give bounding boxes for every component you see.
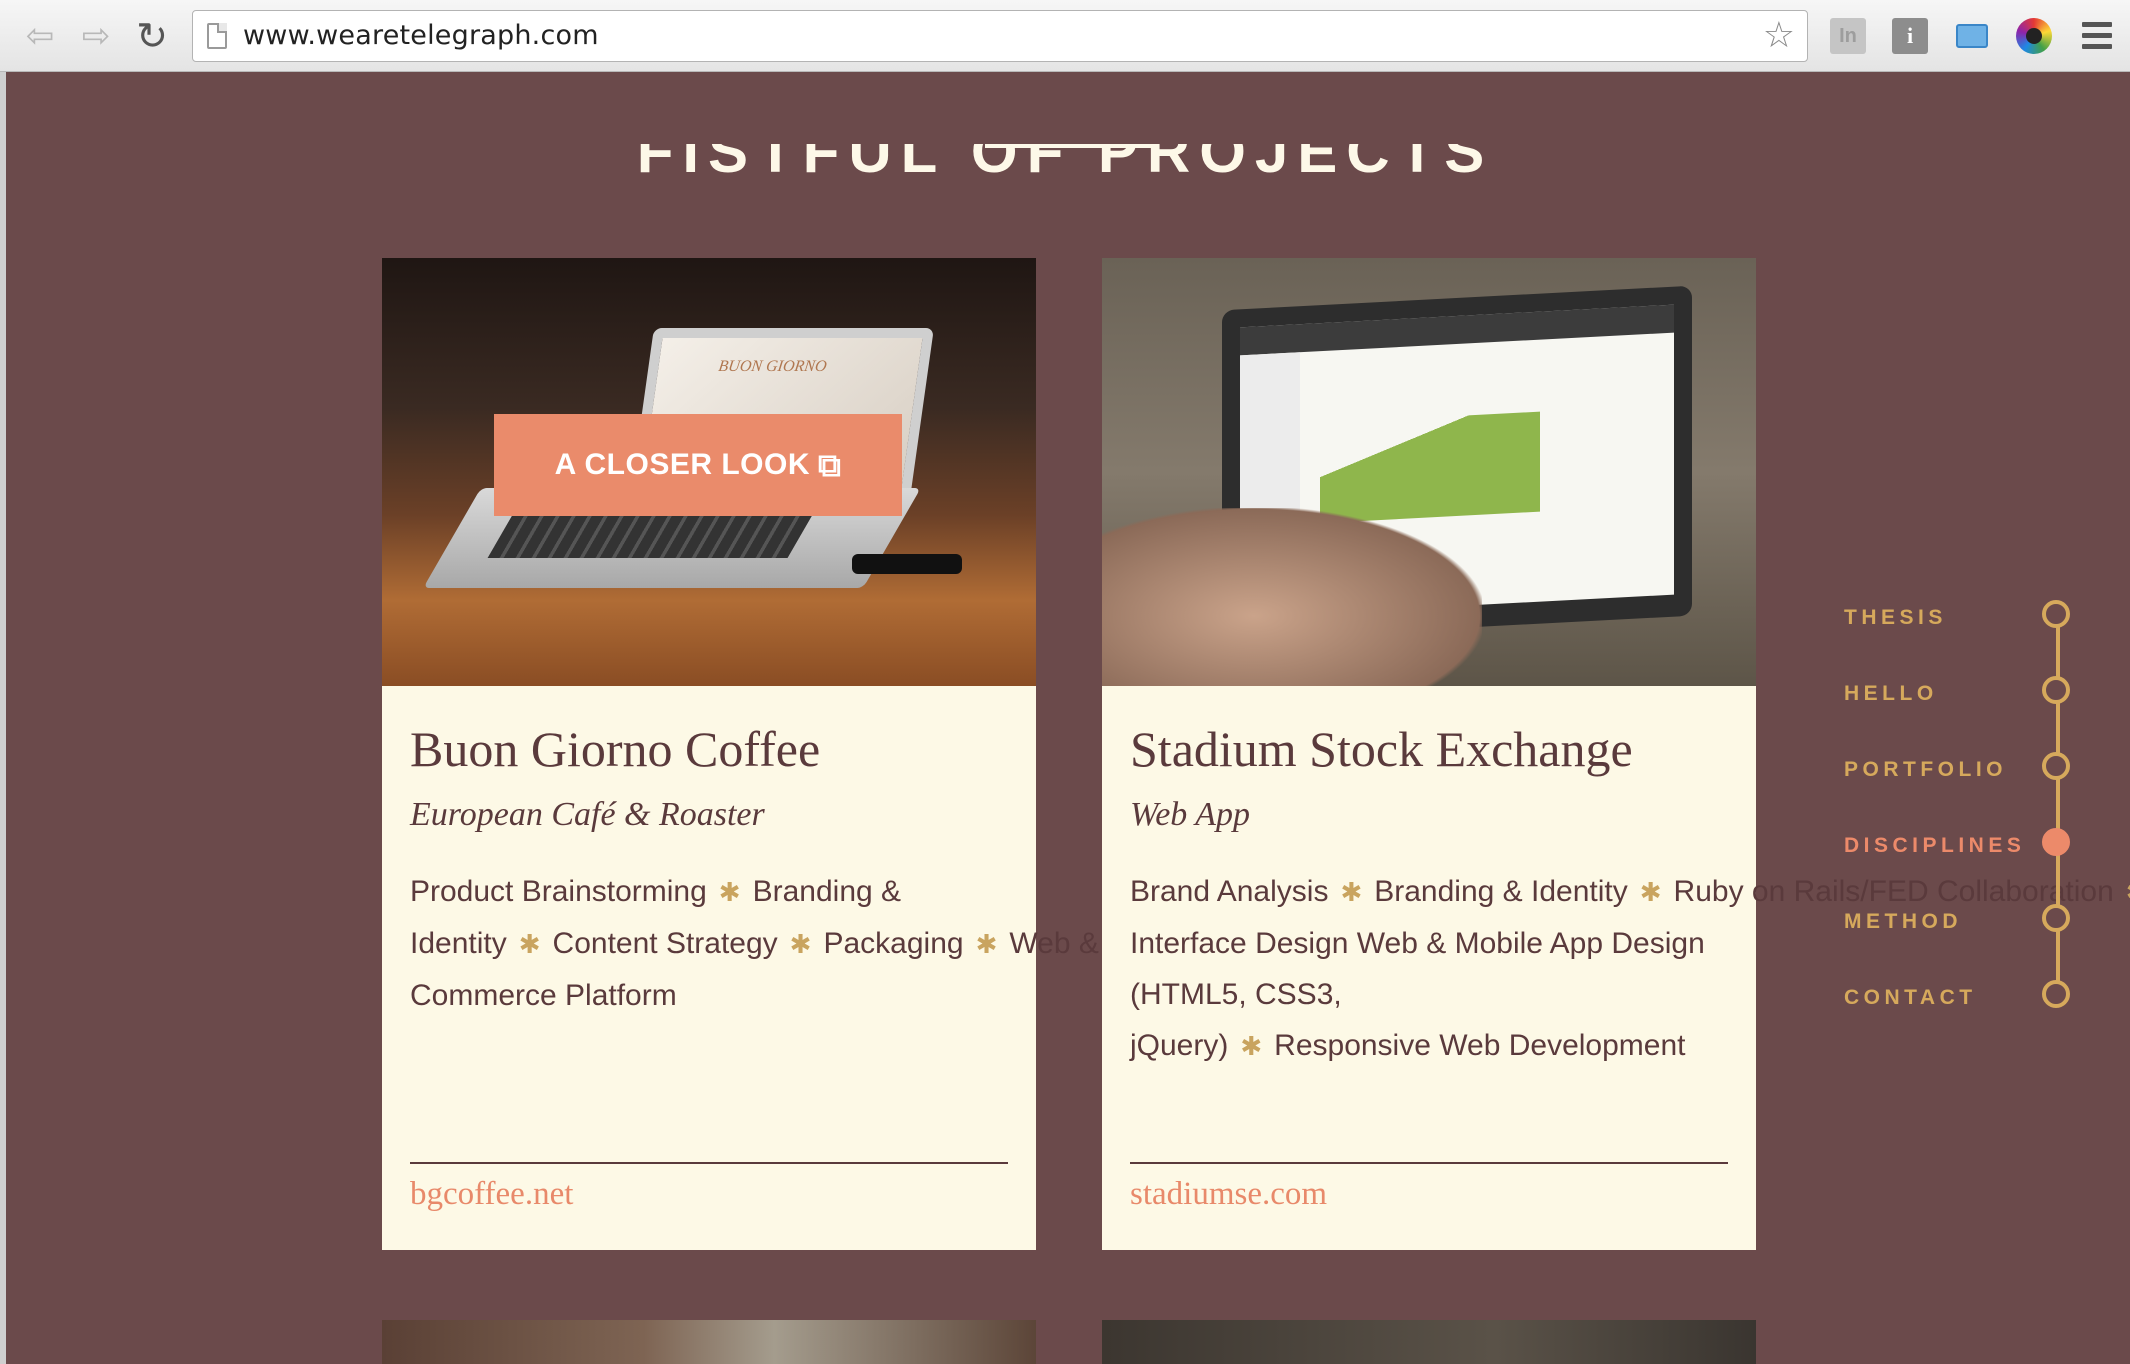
project-title: Buon Giorno Coffee: [410, 721, 821, 777]
nav-dot-icon: [2042, 904, 2070, 932]
info-icon[interactable]: i: [1892, 18, 1928, 54]
closer-look-label: A CLOSER LOOK: [554, 448, 811, 481]
nav-item-contact[interactable]: CONTACT: [1820, 980, 2080, 1020]
project-title: Stadium Stock Exchange: [1130, 721, 1633, 777]
card-divider: [1130, 1162, 1728, 1164]
discipline-tag: Packaging: [823, 927, 964, 960]
external-link-icon: ⧉: [818, 445, 842, 484]
url-text[interactable]: www.wearetelegraph.com: [243, 20, 599, 51]
nav-item-portfolio[interactable]: PORTFOLIO: [1820, 752, 2080, 792]
laptop-screen-logo: BUON GIORNO: [717, 358, 828, 375]
separator-icon: ✱: [975, 929, 998, 959]
page-icon: [207, 23, 227, 49]
card-divider: [410, 1162, 1008, 1164]
separator-icon: ✱: [718, 877, 741, 907]
discipline-tag: Content Strategy: [552, 927, 778, 960]
separator-icon: ✱: [2126, 877, 2130, 907]
nav-dot-icon: [2042, 828, 2070, 856]
closer-look-button[interactable]: A CLOSER LOOK ⧉: [494, 414, 902, 516]
separator-icon: ✱: [518, 929, 541, 959]
nav-label: CONTACT: [1844, 986, 1977, 1009]
phone: [852, 554, 962, 574]
screen-chart: [1320, 411, 1540, 524]
nav-dot-icon: [2042, 676, 2070, 704]
separator-icon: ✱: [789, 929, 812, 959]
menu-icon[interactable]: [2082, 22, 2112, 55]
project-link[interactable]: stadiumse.com: [1130, 1176, 1327, 1213]
forward-arrow-icon[interactable]: ⇨: [76, 16, 116, 56]
nav-dot-icon: [2042, 980, 2070, 1008]
hands: [1102, 508, 1482, 686]
nav-label: DISCIPLINES: [1844, 834, 2026, 857]
in-icon-label: In: [1839, 24, 1857, 47]
info-icon-label: i: [1906, 23, 1914, 48]
project-card-buon-giorno: BUON GIORNO A CLOSER LOOK ⧉ Buon Giorno …: [382, 258, 1373, 1250]
separator-icon: ✱: [1639, 877, 1662, 907]
separator-icon: ✱: [1240, 1031, 1263, 1061]
project-disciplines: Product Brainstorming ✱ Branding & Identit…: [410, 866, 1373, 1021]
section-nav: THESIS HELLO PORTFOLIO DISCIPLINES METHO…: [1820, 600, 2080, 1020]
color-picker-icon[interactable]: [2016, 18, 2052, 54]
project-image: BUON GIORNO A CLOSER LOOK ⧉: [382, 258, 1036, 686]
nav-dot-icon: [2042, 600, 2070, 628]
discipline-tag: Product Brainstorming: [410, 875, 707, 908]
discipline-tag: Brand Analysis: [1130, 875, 1329, 908]
project-disciplines: Brand Analysis ✱ Branding & Identity ✱ Ruby …: [1130, 866, 2130, 1072]
back-arrow-icon[interactable]: ⇦: [20, 16, 60, 56]
bookmark-star-icon[interactable]: ☆: [1763, 15, 1795, 56]
project-subtitle: European Café & Roaster: [410, 796, 765, 833]
nav-item-disciplines[interactable]: DISCIPLINES: [1820, 828, 2080, 868]
project-image: [1102, 258, 1756, 686]
page-viewport: FISTFUL OF PROJECTS BUON GIORNO A CLOSER…: [0, 72, 2130, 1364]
discipline-tag: Responsive Web Development: [1274, 1029, 1686, 1062]
separator-icon: ✱: [1340, 877, 1363, 907]
title-rule: [985, 144, 1155, 148]
nav-label: HELLO: [1844, 682, 1938, 705]
section-title: FISTFUL OF PROJECTS: [636, 118, 1494, 185]
nav-dot-icon: [2042, 752, 2070, 780]
nav-label: THESIS: [1844, 606, 1947, 629]
project-subtitle: Web App: [1130, 796, 1250, 833]
browser-toolbar: ⇦ ⇨ ↻ www.wearetelegraph.com ☆ In i: [0, 0, 2130, 72]
nav-item-thesis[interactable]: THESIS: [1820, 600, 2080, 640]
folder-icon[interactable]: [1954, 18, 1990, 54]
address-bar[interactable]: www.wearetelegraph.com ☆: [192, 10, 1808, 62]
nav-label: METHOD: [1844, 910, 1962, 933]
nav-label: PORTFOLIO: [1844, 758, 2007, 781]
project-link[interactable]: bgcoffee.net: [410, 1176, 573, 1213]
nav-item-hello[interactable]: HELLO: [1820, 676, 2080, 716]
reload-icon[interactable]: ↻: [132, 14, 172, 58]
nav-item-method[interactable]: METHOD: [1820, 904, 2080, 944]
project-card-peek: [1102, 1320, 1756, 1364]
project-card-stadium: Stadium Stock Exchange Web App Brand Ana…: [1102, 258, 2130, 1250]
project-card-peek: [382, 1320, 1036, 1364]
discipline-tag: Branding & Identity: [1374, 875, 1628, 908]
in-icon[interactable]: In: [1830, 18, 1866, 54]
